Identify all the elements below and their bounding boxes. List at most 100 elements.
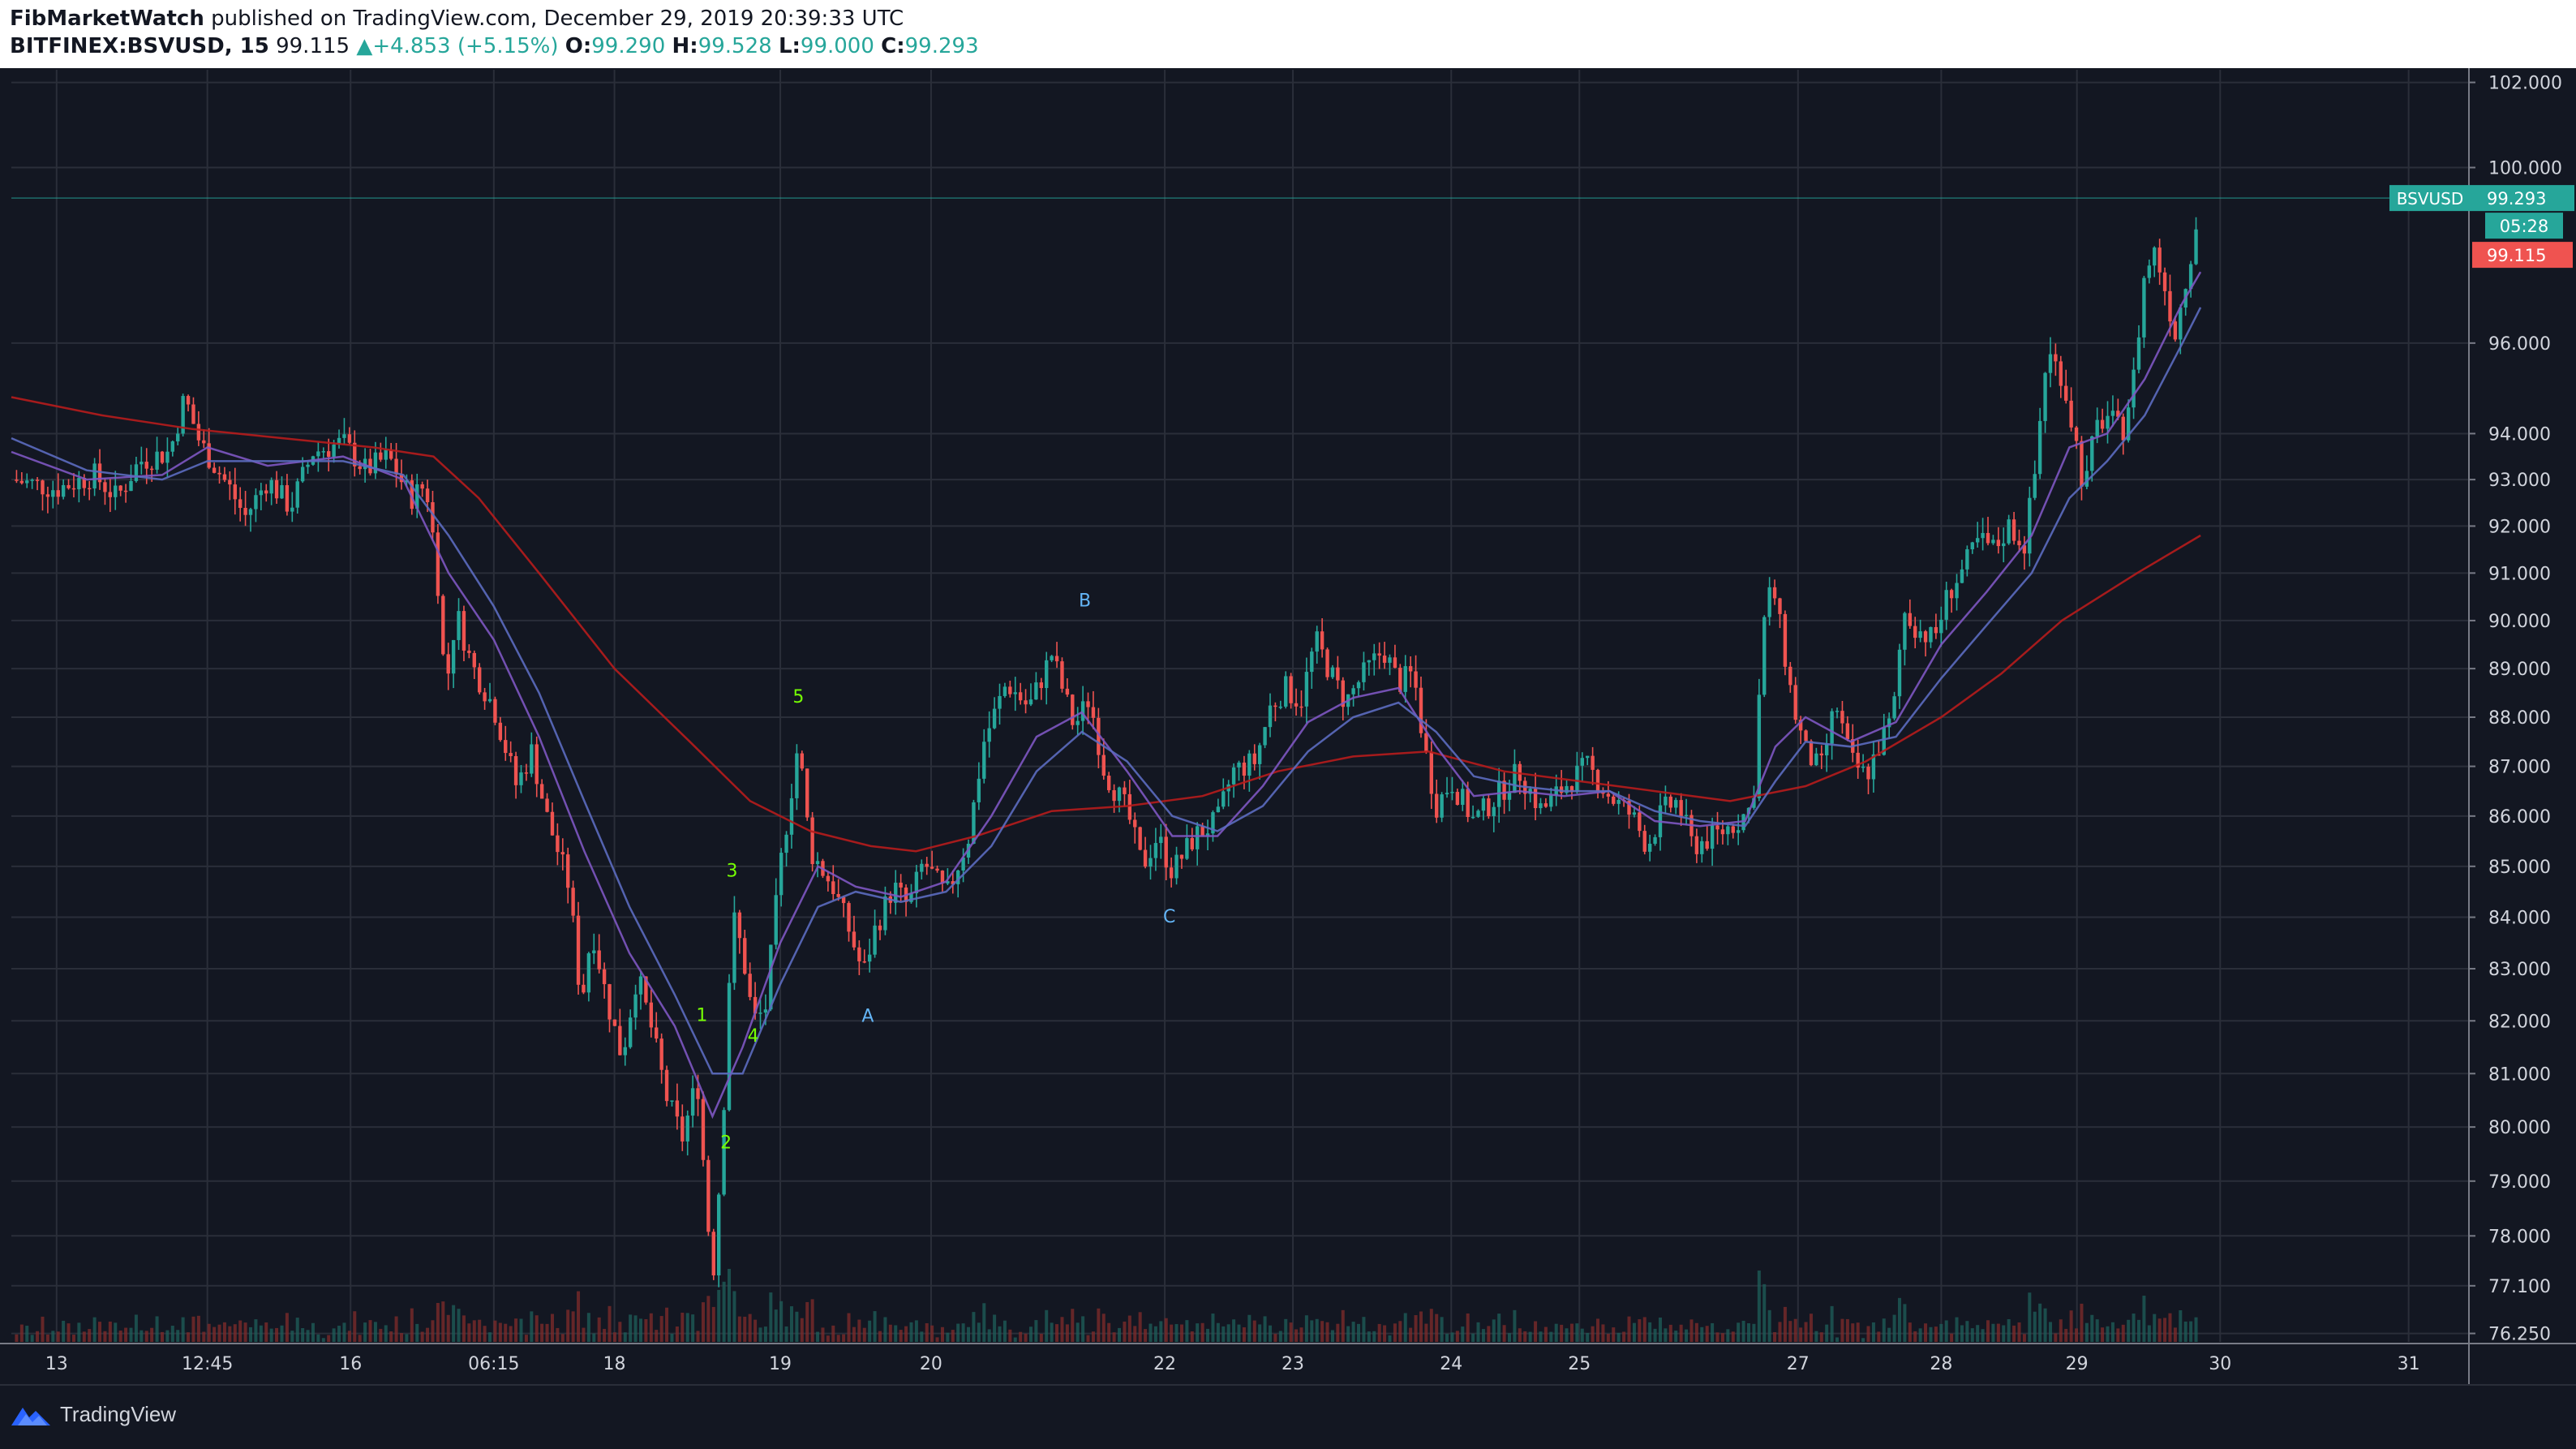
volume-bar bbox=[888, 1324, 892, 1342]
candle-body bbox=[998, 695, 1002, 709]
candle-body bbox=[1731, 826, 1735, 833]
candle-body bbox=[123, 490, 128, 492]
y-tick-label: 88.000 bbox=[2488, 708, 2551, 729]
volume-bar bbox=[410, 1308, 414, 1342]
candle-body bbox=[930, 866, 934, 869]
candle-body bbox=[1008, 686, 1012, 694]
candle-body bbox=[2033, 474, 2037, 498]
candle-body bbox=[1445, 793, 1449, 795]
volume-bar bbox=[1091, 1331, 1095, 1342]
volume-bar bbox=[816, 1331, 820, 1342]
volume-bar bbox=[1372, 1331, 1376, 1342]
volume-bar bbox=[1685, 1329, 1689, 1342]
x-tick-label: 12:45 bbox=[182, 1354, 233, 1374]
volume-bar bbox=[691, 1314, 695, 1342]
candle-body bbox=[1325, 649, 1329, 677]
price-chart[interactable]: 12345ABC102.000100.00096.00094.00093.000… bbox=[0, 68, 2576, 1384]
candle-body bbox=[436, 532, 440, 596]
tradingview-logo[interactable]: TradingView bbox=[10, 1402, 176, 1427]
volume-bar bbox=[951, 1330, 955, 1342]
volume-bar bbox=[483, 1326, 487, 1342]
candle-body bbox=[2064, 385, 2068, 401]
candle-body bbox=[1257, 745, 1262, 764]
volume-bar bbox=[805, 1301, 809, 1342]
volume-bar bbox=[644, 1318, 648, 1342]
volume-bar bbox=[1299, 1327, 1303, 1342]
candle-body bbox=[513, 756, 518, 785]
y-tick-label: 81.000 bbox=[2488, 1064, 2551, 1085]
volume-bar bbox=[238, 1320, 243, 1342]
candle-body bbox=[535, 744, 539, 785]
volume-bar bbox=[1127, 1315, 1131, 1342]
candle-body bbox=[800, 753, 805, 769]
volume-bar bbox=[446, 1314, 450, 1342]
volume-bar bbox=[728, 1269, 732, 1342]
y-tick-label: 84.000 bbox=[2488, 909, 2551, 929]
candle-body bbox=[873, 925, 877, 955]
author-name[interactable]: FibMarketWatch bbox=[10, 6, 204, 31]
volume-bar bbox=[1762, 1283, 1767, 1342]
candle-body bbox=[1825, 743, 1829, 756]
volume-bar bbox=[1830, 1305, 1834, 1342]
volume-bar bbox=[170, 1326, 174, 1342]
volume-bar bbox=[1700, 1326, 1704, 1342]
volume-bar bbox=[1075, 1322, 1080, 1342]
volume-bar bbox=[1711, 1322, 1715, 1342]
volume-bar bbox=[498, 1322, 502, 1342]
x-tick-label: 30 bbox=[2209, 1354, 2231, 1374]
volume-bar bbox=[134, 1314, 138, 1342]
candle-body bbox=[623, 1047, 627, 1056]
volume-bar bbox=[358, 1335, 362, 1342]
candle-body bbox=[519, 772, 523, 785]
candle-body bbox=[2017, 540, 2021, 546]
volume-bar bbox=[301, 1327, 305, 1342]
x-tick-label: 19 bbox=[769, 1354, 792, 1374]
candle-body bbox=[493, 699, 497, 723]
volume-bar bbox=[1258, 1324, 1262, 1342]
volume-bar bbox=[608, 1305, 612, 1342]
volume-bar bbox=[2116, 1328, 2120, 1342]
candle-body bbox=[1435, 793, 1439, 818]
candle-body bbox=[1289, 676, 1293, 703]
volume-bar bbox=[904, 1326, 908, 1342]
candle-body bbox=[1981, 532, 1985, 539]
candle-body bbox=[1179, 854, 1184, 859]
volume-bar bbox=[1773, 1331, 1777, 1342]
volume-bar bbox=[2183, 1321, 2187, 1342]
candle-body bbox=[680, 1116, 685, 1142]
volume-bar bbox=[821, 1327, 825, 1342]
volume-bar bbox=[207, 1323, 211, 1342]
volume-bar bbox=[868, 1320, 872, 1342]
volume-bar bbox=[1466, 1313, 1470, 1342]
candle-body bbox=[1726, 826, 1730, 835]
candle-body bbox=[1492, 806, 1496, 817]
volume-bar bbox=[1507, 1333, 1511, 1342]
volume-bar bbox=[711, 1306, 715, 1342]
volume-bar bbox=[316, 1334, 320, 1342]
volume-bar bbox=[1330, 1330, 1334, 1342]
volume-bar bbox=[545, 1323, 549, 1342]
candle-body bbox=[2147, 265, 2152, 278]
volume-bar bbox=[389, 1331, 393, 1342]
volume-bar bbox=[1591, 1326, 1595, 1342]
candle-body bbox=[1315, 631, 1319, 652]
candle-body bbox=[1200, 826, 1204, 836]
candle-body bbox=[1778, 598, 1782, 614]
volume-bar bbox=[972, 1312, 976, 1342]
volume-bar bbox=[847, 1313, 851, 1342]
volume-bar bbox=[1616, 1332, 1621, 1342]
candle-body bbox=[935, 868, 939, 871]
volume-bar bbox=[586, 1313, 590, 1342]
volume-bar bbox=[56, 1331, 60, 1342]
candle-body bbox=[321, 451, 325, 453]
volume-bar bbox=[1435, 1314, 1439, 1342]
volume-bar bbox=[795, 1311, 799, 1342]
volume-bar bbox=[295, 1318, 299, 1342]
candle-body bbox=[1091, 707, 1096, 718]
candle-body bbox=[1294, 703, 1299, 707]
volume-bar bbox=[71, 1335, 75, 1342]
candle-body bbox=[1694, 836, 1699, 854]
candle-body bbox=[441, 596, 445, 655]
volume-bar bbox=[1861, 1338, 1865, 1342]
candle-body bbox=[1367, 660, 1372, 663]
